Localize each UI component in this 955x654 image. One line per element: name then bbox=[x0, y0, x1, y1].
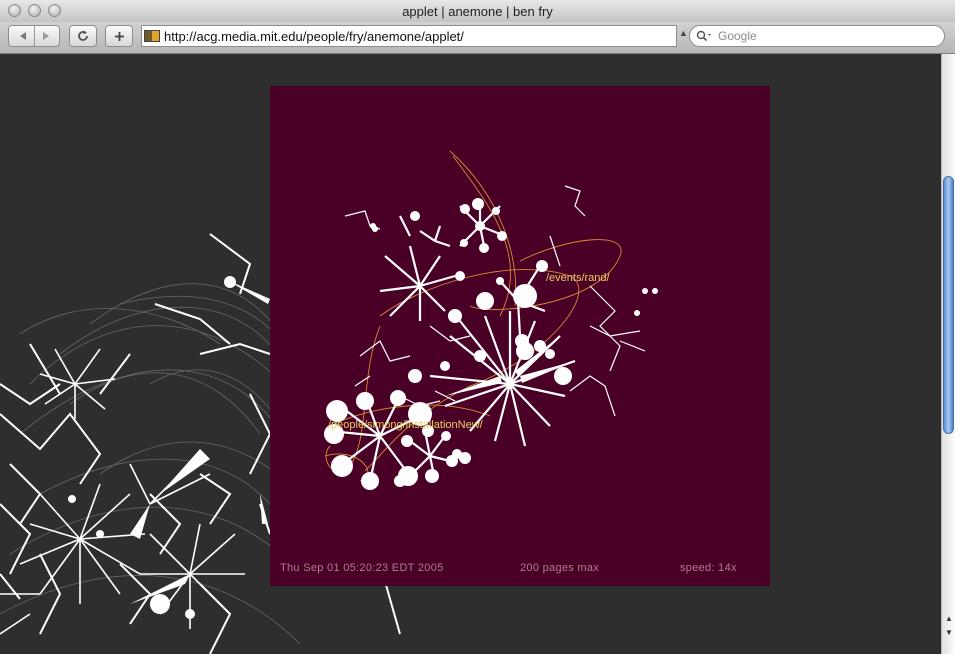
applet-speed: speed: 14x bbox=[680, 562, 737, 574]
reload-icon bbox=[78, 30, 88, 41]
node-label-events-rand[interactable]: /events/rand/ bbox=[546, 272, 610, 284]
applet-pages-max: 200 pages max bbox=[520, 562, 600, 574]
search-placeholder: Google bbox=[718, 29, 757, 43]
browser-toolbar: http://acg.media.mit.edu/people/fry/anem… bbox=[0, 22, 955, 54]
anemone-applet[interactable]: /events/rand/ /people/simong/installatio… bbox=[270, 86, 770, 586]
url-text[interactable]: http://acg.media.mit.edu/people/fry/anem… bbox=[164, 29, 464, 44]
search-icon[interactable] bbox=[696, 30, 714, 42]
back-forward-buttons bbox=[8, 25, 60, 47]
reload-button[interactable] bbox=[69, 25, 97, 47]
forward-arrow-icon[interactable] bbox=[35, 31, 57, 41]
window-titlebar: applet | anemone | ben fry bbox=[0, 0, 955, 23]
site-favicon-icon bbox=[144, 30, 160, 42]
window-title: applet | anemone | ben fry bbox=[402, 4, 553, 19]
scrollbar-thumb[interactable] bbox=[943, 176, 954, 434]
search-field[interactable]: Google bbox=[689, 25, 945, 47]
scroll-up-arrow-icon[interactable]: ▲ bbox=[943, 612, 955, 626]
plus-icon bbox=[114, 31, 124, 41]
node-label-installation[interactable]: /people/simong/installationNew/ bbox=[328, 419, 483, 431]
back-arrow-icon[interactable] bbox=[12, 31, 34, 41]
applet-timestamp: Thu Sep 01 05:20:23 EDT 2005 bbox=[280, 562, 444, 574]
page-content: /events/rand/ /people/simong/installatio… bbox=[0, 54, 941, 654]
scroll-down-arrow-icon[interactable]: ▼ bbox=[943, 626, 955, 640]
add-bookmark-button[interactable] bbox=[105, 25, 133, 47]
anemone-visualization bbox=[324, 150, 658, 490]
vertical-scrollbar[interactable]: ▲ ▼ bbox=[941, 54, 955, 654]
address-bar[interactable]: http://acg.media.mit.edu/people/fry/anem… bbox=[141, 25, 677, 47]
